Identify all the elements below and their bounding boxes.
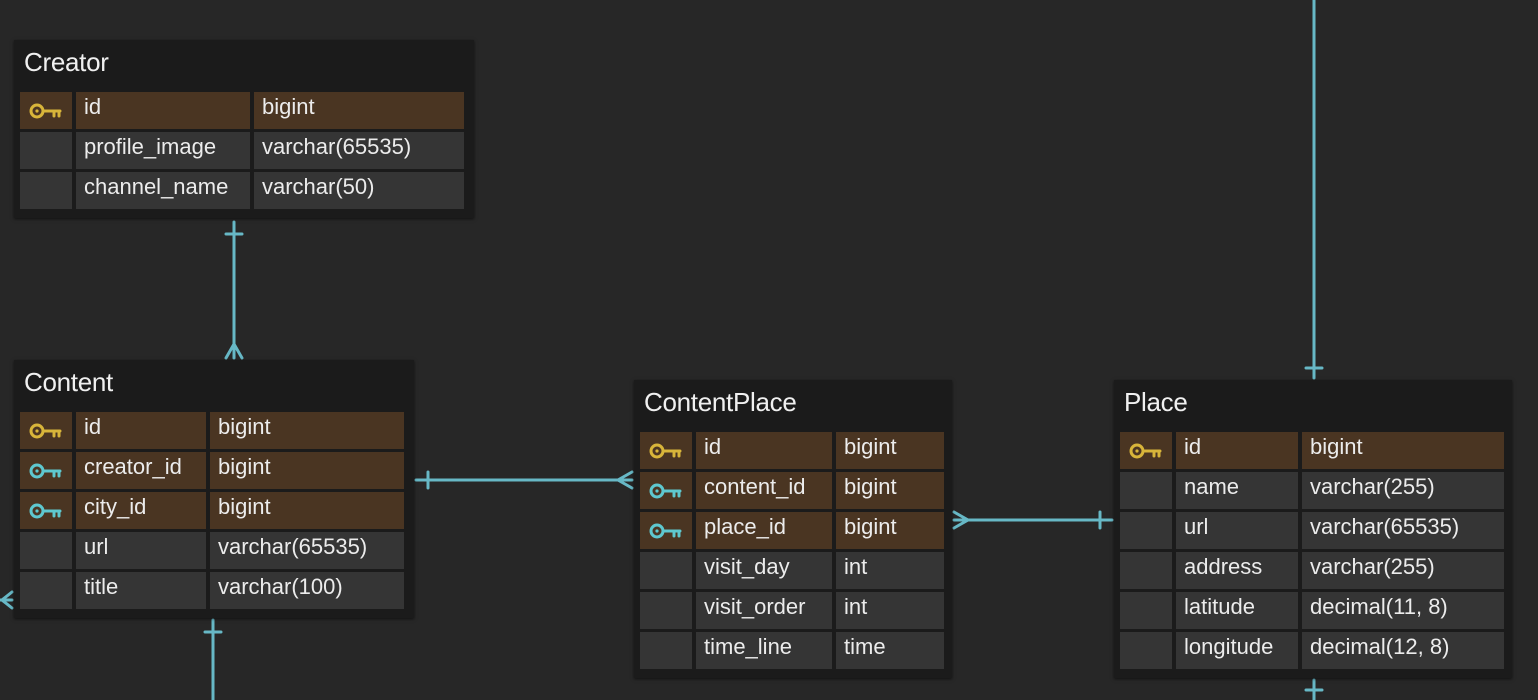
column-name: creator_id	[76, 452, 206, 489]
foreign-key-icon	[640, 472, 692, 509]
column-type: varchar(100)	[210, 572, 404, 609]
column-type: decimal(12, 8)	[1302, 632, 1504, 669]
key-cell-empty	[20, 532, 72, 569]
column-row[interactable]: name varchar(255)	[1120, 472, 1506, 509]
key-cell-empty	[1120, 472, 1172, 509]
column-row[interactable]: url varchar(65535)	[20, 532, 408, 569]
column-row[interactable]: city_id bigint	[20, 492, 408, 529]
key-cell-empty	[1120, 512, 1172, 549]
key-cell-empty	[640, 552, 692, 589]
table-title: Content	[24, 367, 113, 397]
column-name: id	[76, 412, 206, 449]
foreign-key-icon	[640, 512, 692, 549]
column-name: url	[1176, 512, 1298, 549]
column-list: id bigint creator_id bigint city_id bigint url…	[14, 412, 414, 618]
column-name: place_id	[696, 512, 832, 549]
foreign-key-icon	[20, 452, 72, 489]
column-type: varchar(65535)	[210, 532, 404, 569]
column-type: varchar(50)	[254, 172, 464, 209]
column-type: bigint	[836, 472, 944, 509]
key-cell-empty	[1120, 592, 1172, 629]
column-type: bigint	[210, 412, 404, 449]
column-type: bigint	[210, 492, 404, 529]
table-title: Creator	[24, 47, 109, 77]
table-creator[interactable]: Creator id bigint profile_image varchar(655…	[14, 40, 474, 218]
key-cell-empty	[640, 592, 692, 629]
column-name: id	[696, 432, 832, 469]
column-name: visit_order	[696, 592, 832, 629]
column-row[interactable]: longitude decimal(12, 8)	[1120, 632, 1506, 669]
column-row[interactable]: latitude decimal(11, 8)	[1120, 592, 1506, 629]
column-row[interactable]: title varchar(100)	[20, 572, 408, 609]
key-cell-empty	[20, 132, 72, 169]
column-row[interactable]: address varchar(255)	[1120, 552, 1506, 589]
column-row[interactable]: id bigint	[640, 432, 946, 469]
column-type: bigint	[210, 452, 404, 489]
column-type: int	[836, 552, 944, 589]
column-list: id bigint name varchar(255) url varchar(65535…	[1114, 432, 1512, 678]
table-content-place[interactable]: ContentPlace id bigint content_id bigint pla…	[634, 380, 952, 678]
column-type: int	[836, 592, 944, 629]
column-name: id	[1176, 432, 1298, 469]
column-type: time	[836, 632, 944, 669]
primary-key-icon	[640, 432, 692, 469]
column-row[interactable]: channel_name varchar(50)	[20, 172, 468, 209]
column-name: longitude	[1176, 632, 1298, 669]
column-list: id bigint profile_image varchar(65535) chann…	[14, 92, 474, 218]
column-type: varchar(255)	[1302, 472, 1504, 509]
key-cell-empty	[20, 172, 72, 209]
column-type: varchar(65535)	[254, 132, 464, 169]
column-name: city_id	[76, 492, 206, 529]
primary-key-icon	[20, 92, 72, 129]
key-cell-empty	[1120, 632, 1172, 669]
column-row[interactable]: visit_order int	[640, 592, 946, 629]
table-title: Place	[1124, 387, 1188, 417]
column-name: channel_name	[76, 172, 250, 209]
column-row[interactable]: id bigint	[20, 92, 468, 129]
column-row[interactable]: id bigint	[1120, 432, 1506, 469]
column-row[interactable]: content_id bigint	[640, 472, 946, 509]
table-title: ContentPlace	[644, 387, 797, 417]
column-name: content_id	[696, 472, 832, 509]
column-name: title	[76, 572, 206, 609]
column-type: bigint	[836, 432, 944, 469]
column-row[interactable]: creator_id bigint	[20, 452, 408, 489]
column-row[interactable]: url varchar(65535)	[1120, 512, 1506, 549]
key-cell-empty	[1120, 552, 1172, 589]
primary-key-icon	[1120, 432, 1172, 469]
column-row[interactable]: place_id bigint	[640, 512, 946, 549]
column-name: visit_day	[696, 552, 832, 589]
table-content[interactable]: Content id bigint creator_id bigint city_id b…	[14, 360, 414, 618]
column-type: bigint	[836, 512, 944, 549]
column-type: bigint	[1302, 432, 1504, 469]
column-name: profile_image	[76, 132, 250, 169]
column-name: latitude	[1176, 592, 1298, 629]
column-row[interactable]: id bigint	[20, 412, 408, 449]
column-type: decimal(11, 8)	[1302, 592, 1504, 629]
column-type: bigint	[254, 92, 464, 129]
column-name: id	[76, 92, 250, 129]
column-row[interactable]: time_line time	[640, 632, 946, 669]
column-name: time_line	[696, 632, 832, 669]
column-row[interactable]: profile_image varchar(65535)	[20, 132, 468, 169]
column-list: id bigint content_id bigint place_id bigint vi…	[634, 432, 952, 678]
column-row[interactable]: visit_day int	[640, 552, 946, 589]
column-name: name	[1176, 472, 1298, 509]
key-cell-empty	[640, 632, 692, 669]
column-type: varchar(65535)	[1302, 512, 1504, 549]
primary-key-icon	[20, 412, 72, 449]
foreign-key-icon	[20, 492, 72, 529]
column-name: url	[76, 532, 206, 569]
table-place[interactable]: Place id bigint name varchar(255) url varchar…	[1114, 380, 1512, 678]
column-type: varchar(255)	[1302, 552, 1504, 589]
key-cell-empty	[20, 572, 72, 609]
column-name: address	[1176, 552, 1298, 589]
